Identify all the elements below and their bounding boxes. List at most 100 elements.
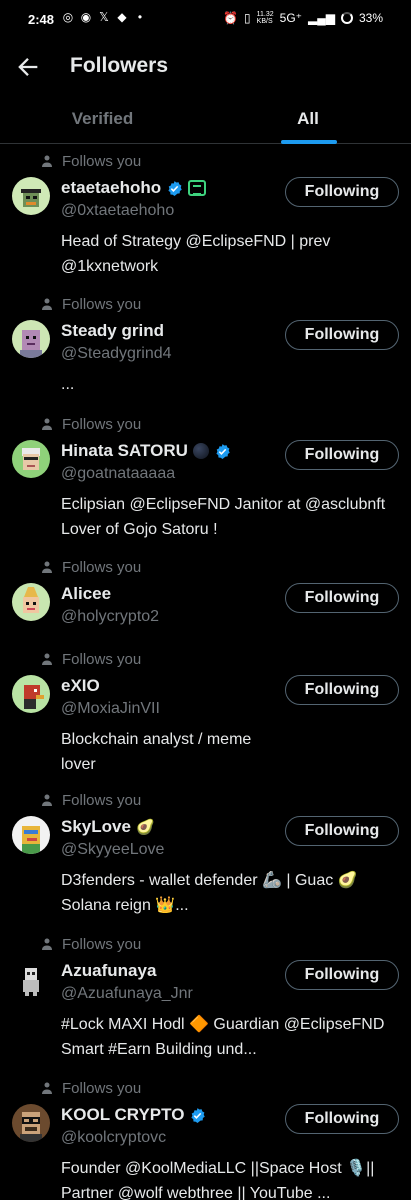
follower-item[interactable]: Follows you eXIO @MoxiaJinVII Blockchain…	[0, 643, 411, 784]
follower-name-row: Hinata SATORU	[61, 441, 231, 461]
more-dot-icon: •	[137, 10, 143, 24]
follows-you-label: Follows you	[40, 1078, 141, 1098]
follower-item[interactable]: Follows you Steady grind @Steadygrind4 .…	[0, 288, 411, 408]
follower-handle: @koolcryptovc	[61, 1129, 167, 1146]
follower-bio: Head of Strategy @EclipseFND | prev @1kx…	[61, 233, 331, 275]
network-type: 5G⁺	[279, 11, 302, 25]
person-icon	[42, 418, 52, 430]
follower-item[interactable]: Follows you Azuafunaya @Azuafunaya_Jnr #…	[0, 928, 411, 1072]
avatar[interactable]	[12, 816, 50, 854]
follower-name-row: Azuafunaya	[61, 961, 156, 981]
active-tab-indicator	[281, 140, 337, 144]
eclipse-affiliate-icon	[188, 180, 207, 196]
follower-bio: #Lock MAXI Hodl 🔶 Guardian @EclipseFND S…	[61, 1016, 385, 1058]
follower-bio: Eclipsian @EclipseFND Janitor at @asclub…	[61, 496, 386, 538]
vibrate-icon: ▯	[244, 11, 251, 25]
tab-verified[interactable]: Verified	[0, 96, 205, 144]
avatar[interactable]	[12, 675, 50, 713]
avatar[interactable]	[12, 440, 50, 478]
follower-name-row: etaetaehoho	[61, 178, 207, 198]
follows-you-label: Follows you	[40, 934, 141, 954]
person-icon	[42, 561, 52, 573]
follower-item[interactable]: Follows you KOOL CRYPTO @koolcryptovc Fo…	[0, 1072, 411, 1200]
follower-name-row: SkyLove 🥑	[61, 817, 155, 837]
moon-icon	[192, 443, 209, 459]
follows-you-label: Follows you	[40, 790, 141, 810]
arrow-left-icon	[18, 58, 38, 76]
tab-all[interactable]: All	[205, 96, 411, 144]
person-icon	[42, 653, 52, 665]
follower-name: etaetaehoho	[61, 178, 162, 197]
follower-handle: @0xtaetaehoho	[61, 202, 175, 219]
avatar[interactable]	[12, 320, 50, 358]
person-icon	[42, 298, 52, 310]
follower-item[interactable]: Follows you Alicee @holycrypto2 Followin…	[0, 551, 411, 643]
verified-badge-icon	[168, 180, 182, 196]
following-button[interactable]: Following	[285, 583, 399, 613]
binance-icon: ◆	[117, 10, 127, 24]
header: Followers	[0, 38, 411, 96]
person-icon	[42, 794, 52, 806]
person-icon	[42, 1082, 52, 1094]
discord-icon: ◉	[80, 10, 92, 24]
follower-item[interactable]: Follows you etaetaehoho @0xtaetaehoho He…	[0, 145, 411, 288]
following-button[interactable]: Following	[285, 816, 399, 846]
following-button[interactable]: Following	[285, 960, 399, 990]
tab-bar: Verified All	[0, 96, 411, 144]
follower-handle: @holycrypto2	[61, 608, 160, 625]
follower-name-row: KOOL CRYPTO	[61, 1105, 206, 1125]
following-button[interactable]: Following	[285, 320, 399, 350]
follower-name-row: Steady grind	[61, 321, 164, 341]
follows-you-label: Follows you	[40, 294, 141, 314]
follows-you-label: Follows you	[40, 649, 141, 669]
follower-item[interactable]: Follows you SkyLove 🥑 @SkyyeeLove D3fend…	[0, 784, 411, 928]
follower-handle: @Steadygrind4	[61, 345, 172, 362]
follower-item[interactable]: Follows you Hinata SATORU @goatnataaaaa …	[0, 408, 411, 551]
follower-name: SkyLove	[61, 817, 131, 836]
avatar[interactable]	[12, 583, 50, 621]
follower-name: Azuafunaya	[61, 961, 157, 980]
follower-bio: D3fenders - wallet defender 🦾 | Guac 🥑 S…	[61, 872, 358, 914]
battery-icon	[340, 12, 353, 24]
follower-name: Steady grind	[61, 321, 164, 340]
page-title: Followers	[70, 54, 169, 77]
avatar[interactable]	[12, 177, 50, 215]
network-speed: 11.32 KB/S	[256, 11, 274, 25]
follows-you-label: Follows you	[40, 414, 141, 434]
alarm-icon: ⏰	[223, 11, 239, 25]
following-button[interactable]: Following	[285, 675, 399, 705]
follower-bio: Blockchain analyst / meme lover	[61, 731, 252, 773]
verified-badge-icon	[216, 443, 230, 459]
battery-level: 33%	[358, 11, 383, 25]
follower-name: Hinata SATORU	[61, 441, 188, 460]
follower-name-row: eXIO	[61, 676, 100, 696]
avatar[interactable]	[12, 1104, 50, 1142]
follower-list: Follows you etaetaehoho @0xtaetaehoho He…	[0, 145, 411, 1200]
follows-you-label: Follows you	[40, 151, 141, 171]
follower-handle: @goatnataaaaa	[61, 465, 176, 482]
follower-name: eXIO	[61, 676, 100, 695]
signal-icon: ▂▄▆	[308, 11, 335, 25]
status-right: ⏰ ▯ 11.32 KB/S 5G⁺ ▂▄▆ 33%	[223, 11, 383, 25]
avatar[interactable]	[12, 960, 50, 998]
whatsapp-icon: ◎	[62, 10, 74, 24]
notification-icons: ◎ ◉ 𝕏 ◆ •	[62, 11, 146, 23]
person-icon	[42, 155, 52, 167]
follower-handle: @SkyyeeLove	[61, 841, 165, 858]
follower-bio: Founder @KoolMediaLLC ||Space Host 🎙️|| …	[61, 1160, 375, 1200]
person-icon	[42, 938, 52, 950]
following-button[interactable]: Following	[285, 440, 399, 470]
follower-handle: @MoxiaJinVII	[61, 700, 160, 717]
status-bar: 2:48 ◎ ◉ 𝕏 ◆ • ⏰ ▯ 11.32 KB/S 5G⁺ ▂▄▆ 33…	[0, 0, 411, 38]
status-time: 2:48	[28, 12, 55, 27]
follower-name: KOOL CRYPTO	[61, 1105, 185, 1124]
following-button[interactable]: Following	[285, 1104, 399, 1134]
avocado-icon: 🥑	[135, 819, 155, 836]
follower-bio: ...	[61, 376, 75, 393]
x-icon: 𝕏	[99, 10, 109, 24]
back-button[interactable]	[14, 53, 42, 81]
follows-you-label: Follows you	[40, 557, 141, 577]
verified-badge-icon	[191, 1107, 206, 1123]
follower-name: Alicee	[61, 584, 112, 603]
following-button[interactable]: Following	[285, 177, 399, 207]
